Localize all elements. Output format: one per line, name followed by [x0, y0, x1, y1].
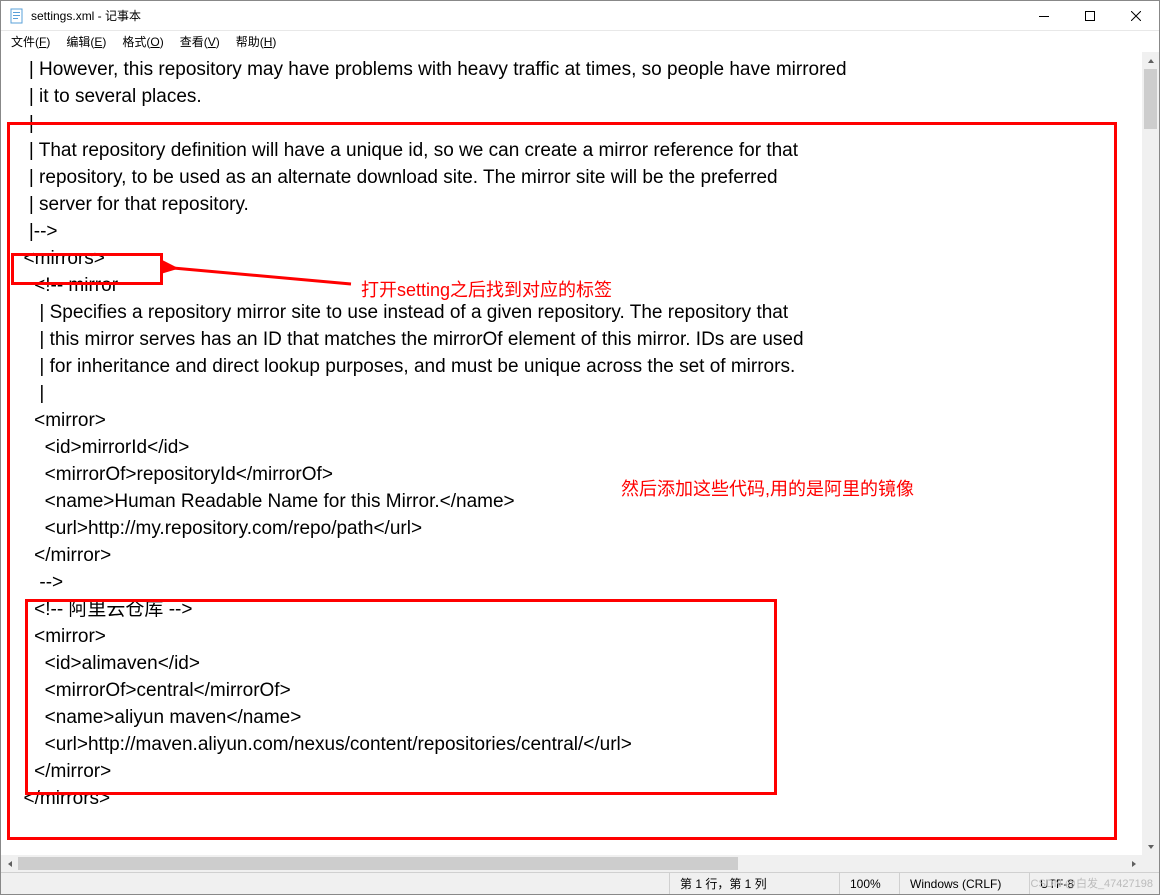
- status-empty: [1, 873, 669, 894]
- editor-area: | However, this repository may have prob…: [1, 52, 1159, 872]
- status-encoding: UTF-8: [1029, 873, 1159, 894]
- status-line-ending: Windows (CRLF): [899, 873, 1029, 894]
- vertical-scroll-thumb[interactable]: [1144, 69, 1157, 129]
- statusbar: 第 1 行，第 1 列 100% Windows (CRLF) UTF-8 CS…: [1, 872, 1159, 894]
- menu-help[interactable]: 帮助(H): [228, 31, 285, 52]
- menu-view[interactable]: 查看(V): [172, 31, 228, 52]
- window-title: settings.xml - 记事本: [31, 7, 141, 24]
- status-zoom: 100%: [839, 873, 899, 894]
- vertical-scrollbar[interactable]: [1142, 52, 1159, 855]
- scroll-left-button[interactable]: [1, 855, 18, 872]
- scroll-right-button[interactable]: [1125, 855, 1142, 872]
- maximize-button[interactable]: [1067, 1, 1113, 31]
- scroll-up-button[interactable]: [1142, 52, 1159, 69]
- titlebar: settings.xml - 记事本: [1, 1, 1159, 31]
- status-position: 第 1 行，第 1 列: [669, 873, 839, 894]
- minimize-button[interactable]: [1021, 1, 1067, 31]
- text-editor[interactable]: | However, this repository may have prob…: [1, 52, 1142, 855]
- menu-format[interactable]: 格式(O): [114, 31, 171, 52]
- scroll-down-button[interactable]: [1142, 838, 1159, 855]
- close-button[interactable]: [1113, 1, 1159, 31]
- menu-edit[interactable]: 编辑(E): [58, 31, 114, 52]
- menu-file[interactable]: 文件(F): [3, 31, 58, 52]
- app-icon: [9, 8, 25, 24]
- menubar: 文件(F) 编辑(E) 格式(O) 查看(V) 帮助(H): [1, 31, 1159, 52]
- scrollbar-corner: [1142, 855, 1159, 872]
- horizontal-scrollbar[interactable]: [1, 855, 1142, 872]
- horizontal-scroll-thumb[interactable]: [18, 857, 738, 870]
